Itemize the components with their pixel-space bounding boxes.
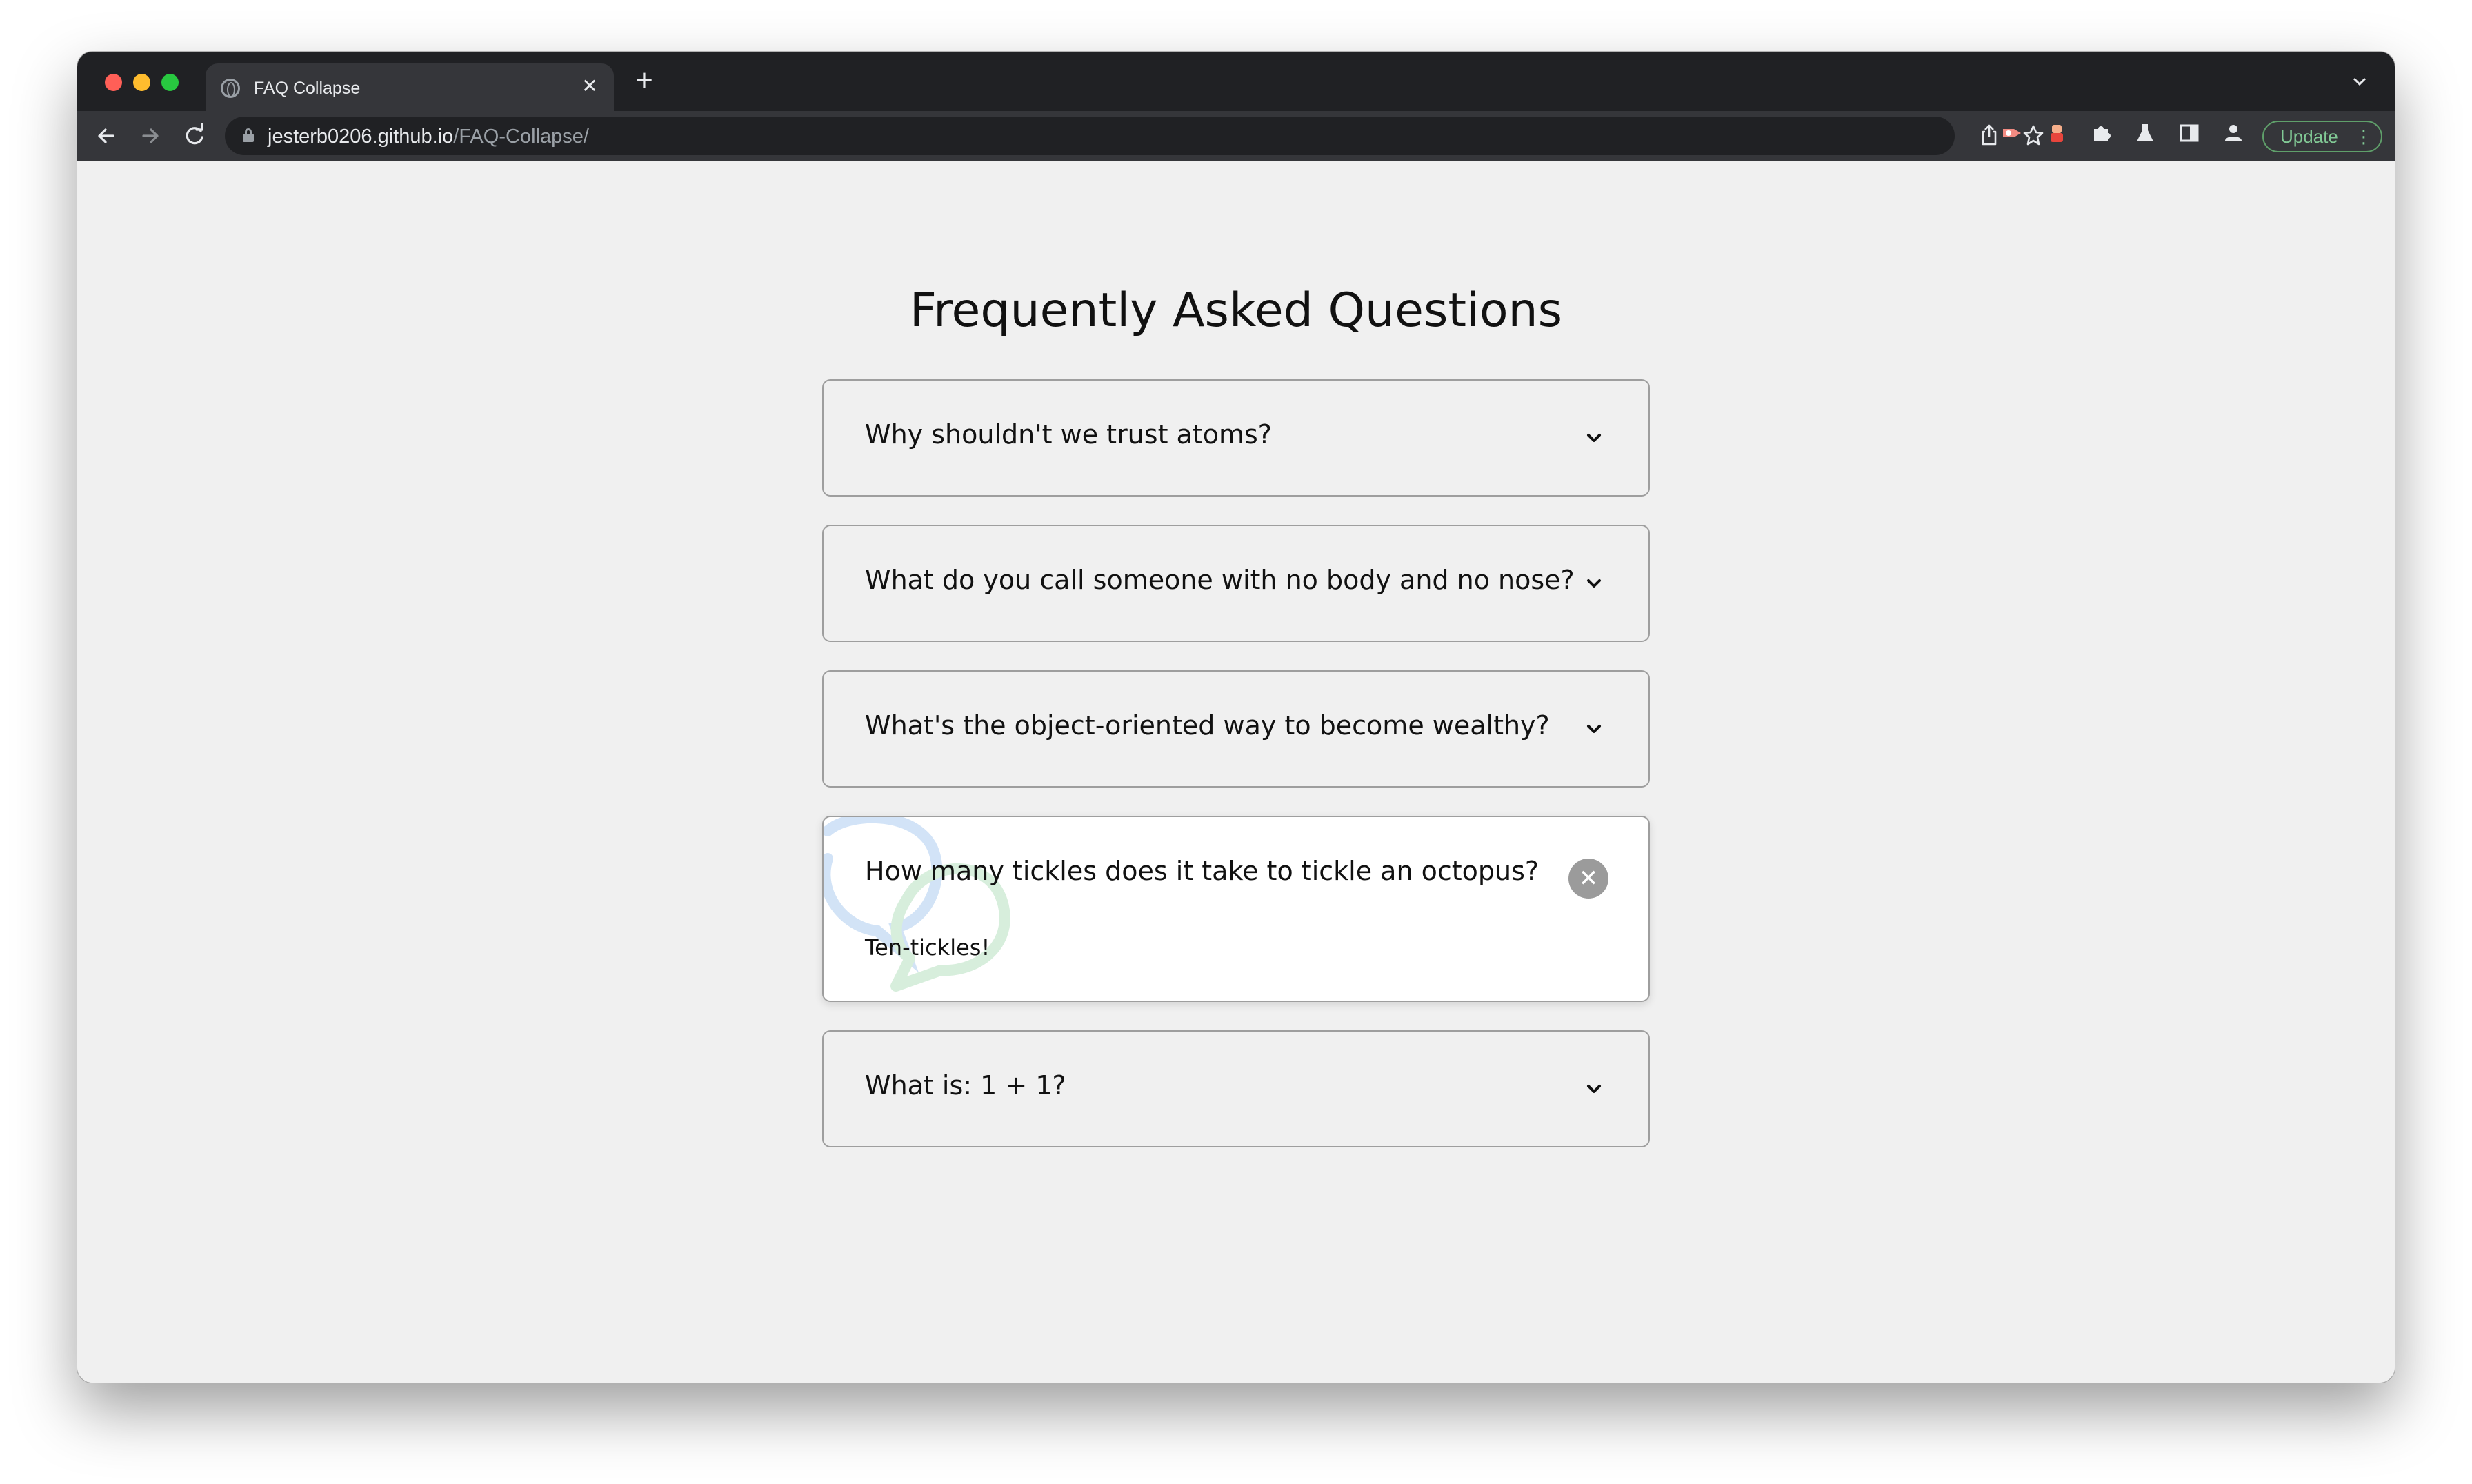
share-icon[interactable] (1977, 123, 2002, 148)
extension-character-icon[interactable] (2044, 121, 2069, 146)
menu-dots-icon[interactable]: ⋮ (2355, 122, 2373, 151)
chat-bubble-icon (824, 817, 1010, 992)
close-icon[interactable]: ✕ (1568, 859, 1608, 899)
url-text[interactable]: jesterb0206.github.io/FAQ-Collapse/ (268, 126, 589, 148)
lock-icon[interactable] (243, 128, 254, 142)
flask-icon[interactable] (2133, 121, 2157, 146)
profile-icon[interactable] (2221, 121, 2246, 146)
browser-window: FAQ Collapse ✕ + jesterb0206.github.io/F… (77, 52, 2395, 1383)
faq-answer: Ten-tickles! (865, 934, 990, 961)
back-arrow-icon[interactable] (91, 121, 121, 151)
faq-item[interactable]: What do you call someone with no body an… (822, 525, 1650, 642)
minimize-window-button[interactable] (133, 74, 150, 91)
browser-toolbar: jesterb0206.github.io/FAQ-Collapse/ Upda… (77, 111, 2395, 161)
globe-icon (221, 79, 240, 98)
extension-red-icon[interactable] (2000, 121, 2025, 146)
faq-question: What is: 1 + 1? (865, 1070, 1066, 1101)
reload-icon[interactable] (179, 121, 210, 151)
sidebar-icon[interactable] (2177, 121, 2202, 146)
address-bar[interactable]: jesterb0206.github.io/FAQ-Collapse/ (225, 117, 2044, 155)
chevron-down-icon[interactable] (1584, 719, 1604, 739)
faq-question: Why shouldn't we trust atoms? (865, 419, 1272, 450)
tab-close-icon[interactable]: ✕ (578, 74, 601, 98)
faq-question: How many tickles does it take to tickle … (865, 856, 1539, 886)
new-tab-button[interactable]: + (629, 66, 659, 97)
chevron-down-icon[interactable] (1584, 428, 1604, 448)
chevron-down-icon[interactable] (1584, 573, 1604, 594)
faq-item[interactable]: Why shouldn't we trust atoms? (822, 379, 1650, 497)
tab-title: FAQ Collapse (254, 79, 361, 98)
forward-arrow-icon[interactable] (135, 121, 166, 151)
faq-item-active[interactable]: How many tickles does it take to tickle … (822, 816, 1650, 1002)
faq-item[interactable]: What's the object-oriented way to become… (822, 670, 1650, 788)
faq-item[interactable]: What is: 1 + 1? (822, 1030, 1650, 1147)
faq-question: What's the object-oriented way to become… (865, 710, 1550, 741)
faq-question: What do you call someone with no body an… (865, 565, 1575, 595)
page-content: Frequently Asked Questions Why shouldn't… (77, 161, 2395, 1383)
tab-faq-collapse[interactable]: FAQ Collapse ✕ (206, 63, 614, 111)
tab-list-chevron-icon[interactable] (2349, 72, 2370, 93)
close-window-button[interactable] (105, 74, 122, 91)
maximize-window-button[interactable] (161, 74, 179, 91)
tab-strip: FAQ Collapse ✕ + (77, 52, 2395, 111)
chevron-down-icon[interactable] (1584, 1079, 1604, 1099)
page-title: Frequently Asked Questions (909, 283, 1563, 338)
puzzle-icon[interactable] (2089, 121, 2113, 146)
update-button[interactable]: Update ⋮ (2262, 121, 2382, 152)
